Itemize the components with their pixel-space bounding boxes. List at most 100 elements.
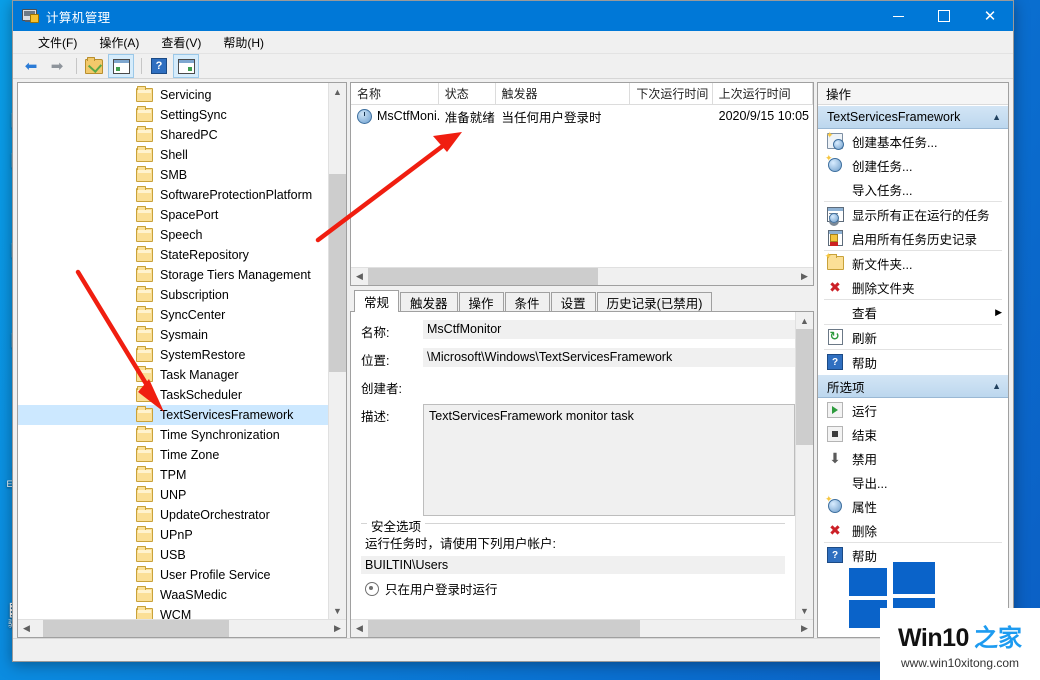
tree-item-synccenter[interactable]: SyncCenter	[18, 305, 328, 325]
help-button[interactable]: ?	[147, 55, 171, 77]
scroll-down-arrow[interactable]: ▼	[329, 602, 346, 619]
scroll-left-arrow[interactable]: ◀	[18, 620, 35, 637]
task-column-header[interactable]: 触发器	[496, 83, 631, 104]
action-item-properties[interactable]: ✦属性	[818, 494, 1008, 518]
action-item-new-folder[interactable]: ✦新文件夹...	[818, 251, 1008, 275]
tree-item-sysmain[interactable]: Sysmain	[18, 325, 328, 345]
show-hide-action-pane-button[interactable]	[173, 54, 199, 78]
action-item-delete-folder[interactable]: ✖删除文件夹	[818, 275, 1008, 299]
action-item-end[interactable]: 结束	[818, 422, 1008, 446]
tree-item-subscription[interactable]: Subscription	[18, 285, 328, 305]
tree-scroll-track[interactable]	[329, 100, 346, 602]
scroll-left-arrow[interactable]: ◀	[351, 268, 368, 285]
tree-item-updateorchestrator[interactable]: UpdateOrchestrator	[18, 505, 328, 525]
tree-item-time-zone[interactable]: Time Zone	[18, 445, 328, 465]
action-item-disable[interactable]: ⬇禁用	[818, 446, 1008, 470]
show-hide-console-tree-button[interactable]	[108, 54, 134, 78]
tab-5[interactable]: 设置	[551, 292, 596, 312]
tab-3[interactable]: 操作	[459, 292, 504, 312]
detail-hscroll-track[interactable]	[368, 620, 796, 637]
tree-list[interactable]: ServicingSettingSyncSharedPCShellSMBSoft…	[18, 83, 328, 619]
minimize-button[interactable]	[875, 1, 921, 31]
detail-horizontal-scrollbar[interactable]: ◀ ▶	[351, 619, 813, 637]
task-column-header[interactable]: 状态	[439, 83, 496, 104]
task-column-header[interactable]: 下次运行时间	[630, 83, 712, 104]
actions-list[interactable]: TextServicesFramework▲✦创建基本任务...✦创建任务...…	[818, 105, 1008, 637]
tree-item-user-profile-service[interactable]: User Profile Service	[18, 565, 328, 585]
task-list-rows[interactable]: MsCtfMoni...准备就绪当任何用户登录时2020/9/15 10:05	[351, 105, 813, 267]
action-item-help[interactable]: ?帮助	[818, 350, 1008, 374]
task-detail-tabs[interactable]: 常规触发器操作条件设置历史记录(已禁用)	[350, 290, 814, 312]
tree-item-storage-tiers-management[interactable]: Storage Tiers Management	[18, 265, 328, 285]
task-list-header[interactable]: 名称状态触发器下次运行时间上次运行时间	[351, 83, 813, 105]
scroll-up-arrow[interactable]: ▲	[329, 83, 346, 100]
tree-item-softwareprotectionplatform[interactable]: SoftwareProtectionPlatform	[18, 185, 328, 205]
tree-item-waasmedic[interactable]: WaaSMedic	[18, 585, 328, 605]
chevron-up-icon[interactable]: ▲	[992, 112, 1001, 122]
tree-horizontal-scrollbar[interactable]: ◀ ▶	[18, 619, 346, 637]
actions-group-header[interactable]: 所选项▲	[818, 374, 1008, 398]
menu-view[interactable]: 查看(V)	[150, 32, 212, 53]
task-column-header[interactable]: 名称	[351, 83, 439, 104]
task-column-header[interactable]: 上次运行时间	[713, 83, 813, 104]
tab-4[interactable]: 条件	[505, 292, 550, 312]
scroll-right-arrow[interactable]: ▶	[796, 268, 813, 285]
actions-group-header[interactable]: TextServicesFramework▲	[818, 105, 1008, 129]
tree-item-unp[interactable]: UNP	[18, 485, 328, 505]
tree-item-sharedpc[interactable]: SharedPC	[18, 125, 328, 145]
tree-item-servicing[interactable]: Servicing	[18, 85, 328, 105]
tab-2[interactable]: 触发器	[400, 292, 458, 312]
run-only-when-logged-on-option[interactable]: 只在用户登录时运行	[365, 579, 785, 598]
tree-item-tpm[interactable]: TPM	[18, 465, 328, 485]
back-button[interactable]: ⬅	[19, 55, 43, 77]
tree-item-textservicesframework[interactable]: TextServicesFramework	[18, 405, 328, 425]
action-item-create-task[interactable]: ✦创建任务...	[818, 153, 1008, 177]
task-list-row[interactable]: MsCtfMoni...准备就绪当任何用户登录时2020/9/15 10:05	[351, 105, 813, 127]
action-item-delete[interactable]: ✖删除	[818, 518, 1008, 542]
tree-vertical-scrollbar[interactable]: ▲ ▼	[328, 83, 346, 619]
action-item-create-basic-task[interactable]: ✦创建基本任务...	[818, 129, 1008, 153]
tab-6[interactable]: 历史记录(已禁用)	[597, 292, 713, 312]
tree-item-settingsync[interactable]: SettingSync	[18, 105, 328, 125]
task-hscroll-track[interactable]	[368, 268, 796, 285]
action-item-running-tasks[interactable]: 显示所有正在运行的任务	[818, 202, 1008, 226]
detail-scroll-thumb[interactable]	[796, 329, 813, 445]
tree-item-speech[interactable]: Speech	[18, 225, 328, 245]
action-item-run[interactable]: 运行	[818, 398, 1008, 422]
tree-item-staterepository[interactable]: StateRepository	[18, 245, 328, 265]
tree-hscroll-track[interactable]	[35, 620, 329, 637]
tree-item-taskscheduler[interactable]: TaskScheduler	[18, 385, 328, 405]
tree-item-spaceport[interactable]: SpacePort	[18, 205, 328, 225]
forward-button[interactable]: ➡	[45, 55, 69, 77]
task-hscroll-thumb[interactable]	[368, 268, 598, 285]
tree-hscroll-thumb[interactable]	[43, 620, 229, 637]
tree-scroll-thumb[interactable]	[329, 174, 346, 372]
tab-1[interactable]: 常规	[354, 290, 399, 312]
tree-item-smb[interactable]: SMB	[18, 165, 328, 185]
tree-item-systemrestore[interactable]: SystemRestore	[18, 345, 328, 365]
action-item-import-task[interactable]: 导入任务...	[818, 177, 1008, 201]
maximize-button[interactable]	[921, 1, 967, 31]
menu-file[interactable]: 文件(F)	[27, 32, 88, 53]
detail-vertical-scrollbar[interactable]: ▲ ▼	[795, 312, 813, 619]
scroll-up-arrow[interactable]: ▲	[796, 312, 813, 329]
tree-item-task-manager[interactable]: Task Manager	[18, 365, 328, 385]
action-item-refresh[interactable]: 刷新	[818, 325, 1008, 349]
menu-action[interactable]: 操作(A)	[88, 32, 150, 53]
scroll-down-arrow[interactable]: ▼	[796, 602, 813, 619]
title-bar[interactable]: 计算机管理 ✕	[13, 1, 1013, 31]
close-button[interactable]: ✕	[967, 1, 1013, 31]
tree-item-upnp[interactable]: UPnP	[18, 525, 328, 545]
detail-hscroll-thumb[interactable]	[368, 620, 640, 637]
scroll-right-arrow[interactable]: ▶	[796, 620, 813, 637]
action-item-export[interactable]: 导出...	[818, 470, 1008, 494]
tree-item-time-synchronization[interactable]: Time Synchronization	[18, 425, 328, 445]
detail-scroll-track[interactable]	[796, 329, 813, 602]
tree-item-shell[interactable]: Shell	[18, 145, 328, 165]
menu-help[interactable]: 帮助(H)	[212, 32, 275, 53]
scroll-left-arrow[interactable]: ◀	[351, 620, 368, 637]
task-list-horizontal-scrollbar[interactable]: ◀ ▶	[351, 267, 813, 285]
action-item-task-history[interactable]: 启用所有任务历史记录	[818, 226, 1008, 250]
up-folder-button[interactable]	[82, 55, 106, 77]
tree-item-usb[interactable]: USB	[18, 545, 328, 565]
